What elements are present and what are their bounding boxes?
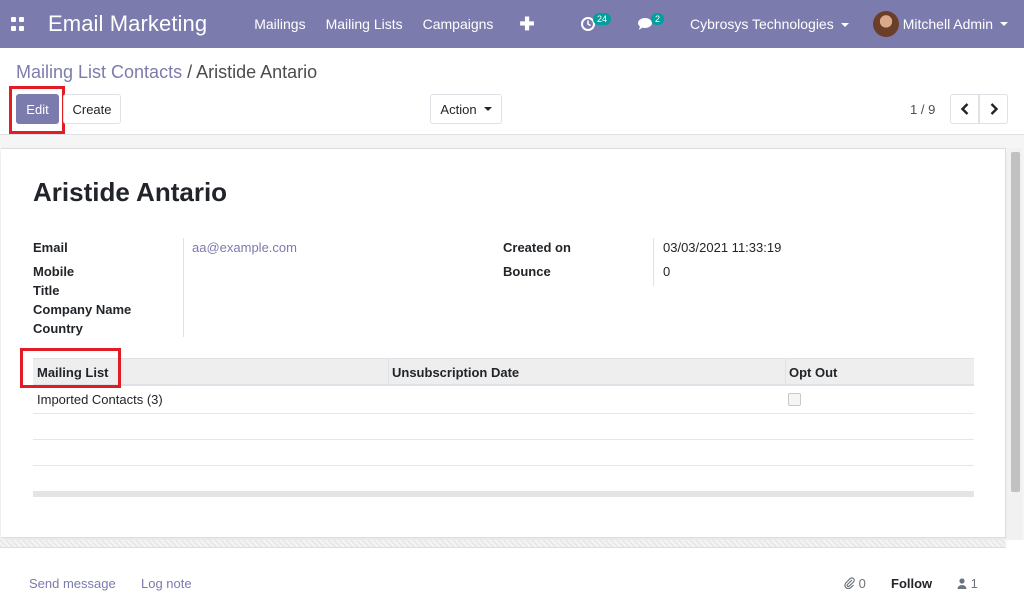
pager-next-button[interactable]	[979, 94, 1008, 124]
table-row-mailing-list[interactable]: Imported Contacts (3)	[37, 392, 163, 407]
menu-campaigns[interactable]: Campaigns	[423, 16, 494, 32]
chatter-divider	[0, 540, 1006, 548]
column-unsubscription-date[interactable]: Unsubscription Date	[392, 365, 519, 380]
table-row-divider	[33, 439, 974, 440]
apps-menu-icon[interactable]	[11, 17, 25, 31]
country-label: Country	[33, 321, 83, 336]
action-dropdown[interactable]: Action	[430, 94, 502, 124]
record-name: Aristide Antario	[33, 177, 228, 207]
followers-button[interactable]: 1	[957, 576, 978, 591]
activity-button[interactable]: 24	[580, 13, 613, 31]
attachments-button[interactable]: 0	[844, 576, 866, 591]
opt-out-checkbox[interactable]	[788, 393, 801, 406]
field-separator	[653, 238, 654, 286]
chevron-right-icon	[990, 103, 998, 115]
pager-previous-button[interactable]	[950, 94, 979, 124]
avatar	[872, 11, 899, 37]
email-value[interactable]: aa@example.com	[192, 240, 297, 255]
breadcrumb-parent[interactable]: Mailing List Contacts	[16, 62, 182, 82]
bounce-value: 0	[663, 264, 671, 279]
column-opt-out[interactable]: Opt Out	[789, 365, 837, 380]
bounce-label: Bounce	[503, 264, 551, 279]
breadcrumb-separator: /	[187, 62, 193, 82]
message-count-badge: 2	[651, 13, 665, 25]
caret-down-icon	[1000, 22, 1008, 26]
column-separator	[388, 359, 389, 385]
chevron-left-icon	[960, 103, 968, 115]
user-menu[interactable]: Mitchell Admin	[872, 11, 1008, 37]
paperclip-icon	[844, 577, 855, 590]
table-footer	[33, 491, 974, 497]
follow-button[interactable]: Follow	[891, 576, 932, 591]
messages-button[interactable]: 2	[637, 13, 666, 31]
created-on-label: Created on	[503, 240, 571, 255]
company-name: Cybrosys Technologies	[690, 16, 834, 32]
caret-down-icon	[840, 23, 849, 28]
pager-value[interactable]: 1 / 9	[910, 102, 935, 117]
company-name-label: Company Name	[33, 302, 132, 317]
created-on-value: 03/03/2021 11:33:19	[663, 240, 782, 255]
plus-icon[interactable]: ✚	[519, 14, 534, 35]
menu-mailing-lists[interactable]: Mailing Lists	[326, 16, 403, 32]
follower-count: 1	[970, 576, 978, 591]
app-name[interactable]: Email Marketing	[48, 11, 207, 37]
table-header: Mailing List Unsubscription Date Opt Out	[33, 358, 974, 386]
activity-count-badge: 24	[592, 13, 611, 25]
mobile-label: Mobile	[33, 264, 75, 279]
mailing-list-highlight-box	[20, 348, 121, 388]
table-row-divider	[33, 413, 974, 414]
log-note-button[interactable]: Log note	[141, 576, 192, 591]
email-label: Email	[33, 240, 68, 255]
breadcrumb-current: Aristide Antario	[196, 62, 318, 82]
attachment-count: 0	[858, 576, 866, 591]
menu-mailings[interactable]: Mailings	[254, 16, 305, 32]
company-switcher[interactable]: Cybrosys Technologies	[690, 16, 849, 32]
action-label: Action	[440, 101, 477, 117]
edit-highlight-box	[9, 86, 65, 134]
top-navbar: Email Marketing Mailings Mailing Lists C…	[0, 0, 1024, 48]
send-message-button[interactable]: Send message	[29, 576, 116, 591]
scrollbar-thumb[interactable]	[1011, 152, 1020, 492]
caret-down-icon	[483, 107, 492, 111]
user-name: Mitchell Admin	[902, 16, 993, 32]
field-separator	[183, 238, 184, 337]
title-label: Title	[33, 283, 60, 298]
breadcrumb: Mailing List Contacts / Aristide Antario	[16, 62, 317, 83]
column-separator	[785, 359, 786, 385]
user-icon	[957, 578, 967, 589]
create-button[interactable]: Create	[63, 94, 121, 124]
table-row-divider	[33, 465, 974, 466]
